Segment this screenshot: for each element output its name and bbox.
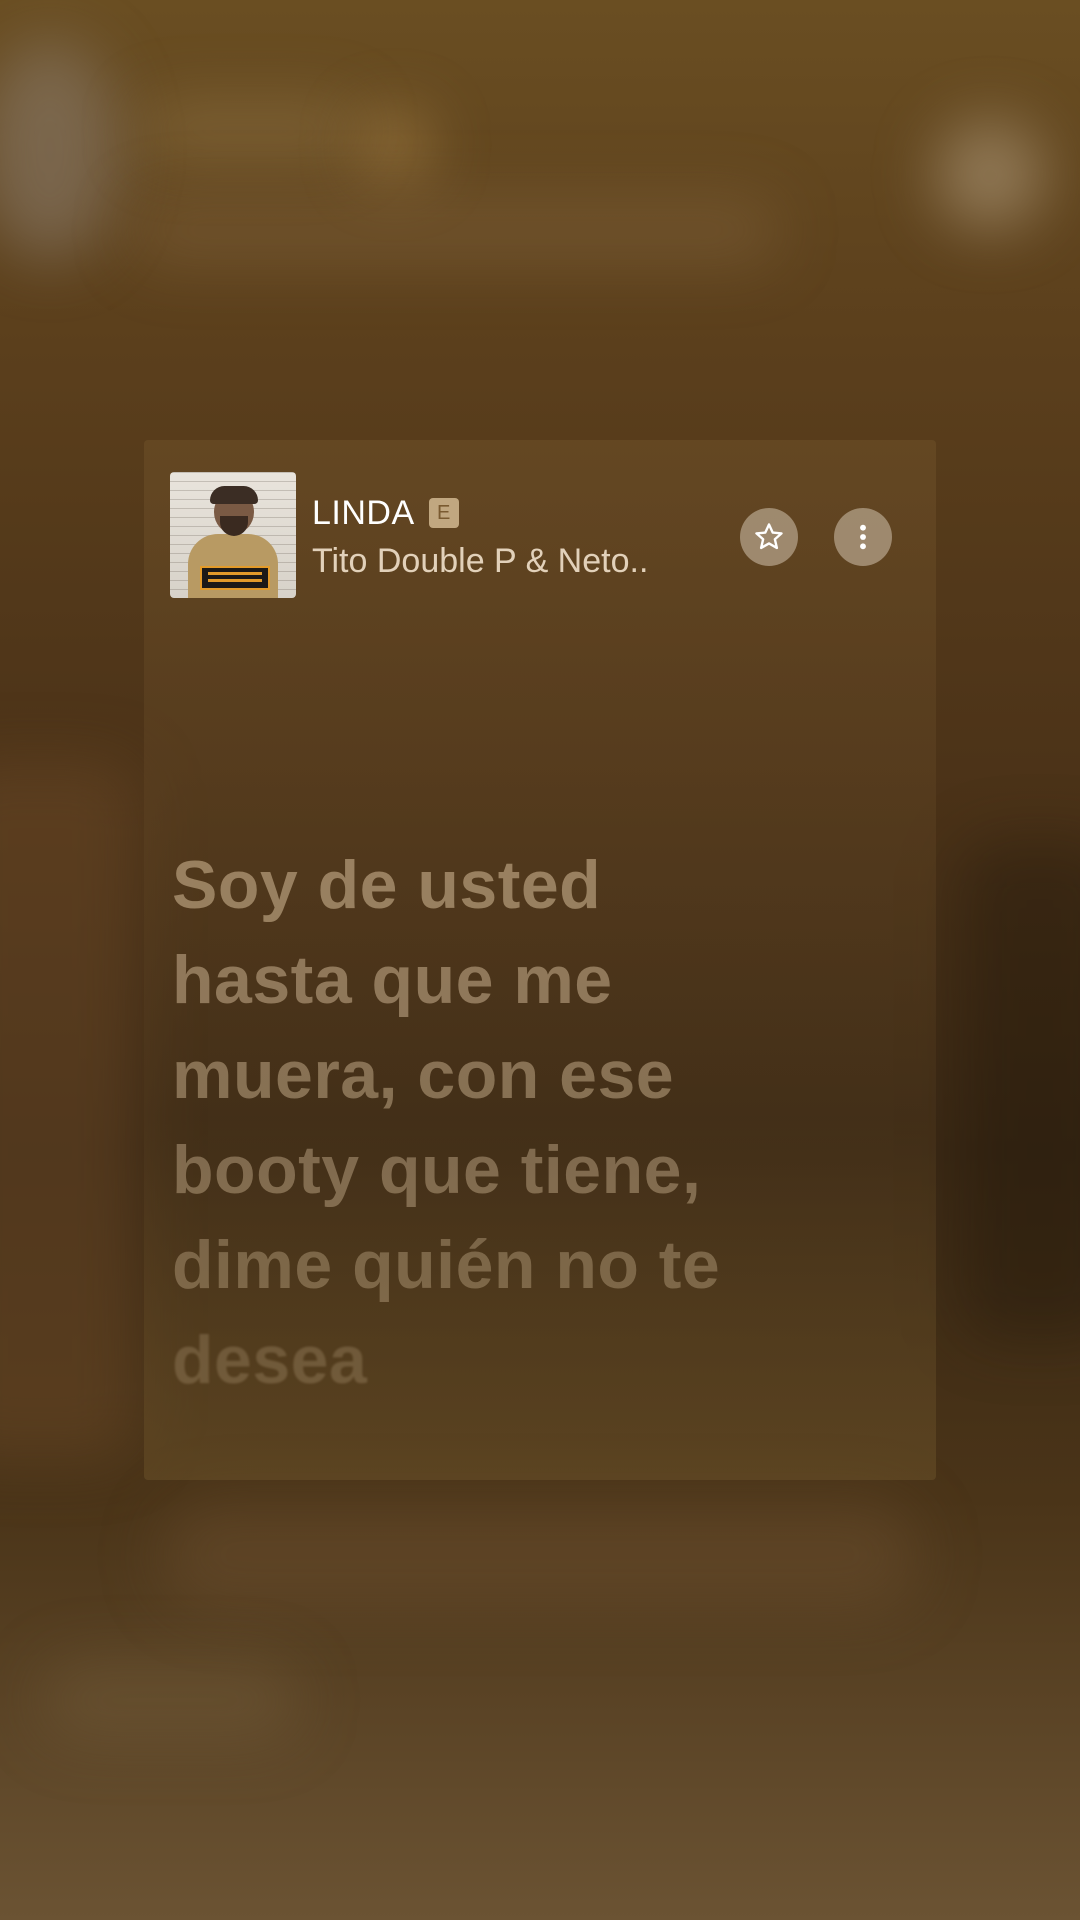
artist-name: Tito Double P & Neto.. — [312, 542, 649, 580]
lyric-line: hasta que me — [172, 942, 613, 1018]
favorite-button[interactable] — [740, 508, 798, 566]
vertical-ellipsis-icon — [860, 524, 866, 550]
track-header: LINDA E Tito Double P & Neto.. — [170, 472, 910, 600]
cover-name-plate — [200, 566, 270, 590]
background-blur — [960, 840, 1080, 1340]
lyric-line: booty que tiene, — [172, 1132, 702, 1208]
lyrics-card: LINDA E Tito Double P & Neto.. Soy de us — [144, 440, 936, 1480]
explicit-badge: E — [428, 498, 459, 528]
background-blur — [0, 760, 140, 1460]
background-blur — [0, 40, 120, 260]
lyrics-block: Soy de usted hasta que me muera, con ese… — [172, 838, 912, 1408]
background-blur — [130, 195, 780, 265]
background-blur — [160, 1500, 920, 1610]
album-cover[interactable] — [170, 472, 296, 598]
lyrics-share-screen: LINDA E Tito Double P & Neto.. Soy de us — [0, 0, 1080, 1920]
star-outline-icon — [755, 523, 783, 550]
song-title: LINDA — [312, 493, 415, 532]
background-blur — [140, 100, 360, 160]
title-row: LINDA E — [312, 492, 732, 534]
background-blur — [935, 120, 1045, 230]
lyric-line: desea — [172, 1322, 368, 1398]
lyric-line: muera, con ese — [172, 1037, 675, 1113]
track-info: LINDA E Tito Double P & Neto.. — [312, 492, 732, 581]
background-blur — [360, 110, 430, 180]
cover-figure-cap — [210, 486, 258, 504]
more-options-button[interactable] — [834, 508, 892, 566]
background-blur — [40, 1660, 300, 1740]
lyric-line: dime quién no te — [172, 1227, 721, 1303]
lyric-line: Soy de usted — [172, 847, 602, 923]
